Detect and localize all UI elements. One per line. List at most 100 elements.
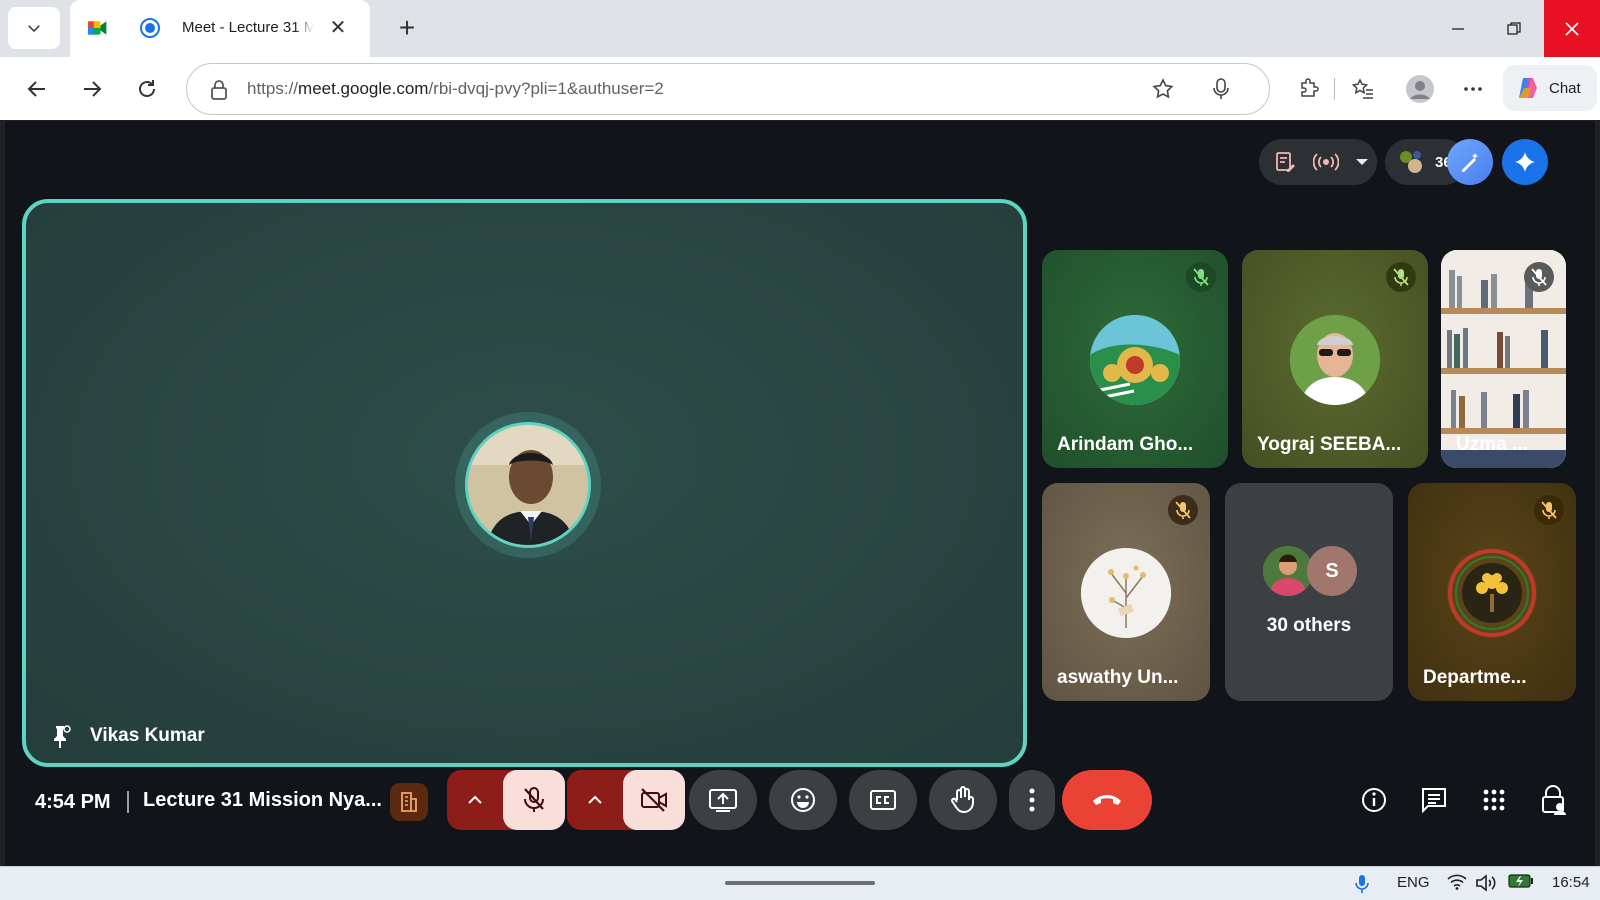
raise-hand-icon [951, 786, 974, 814]
arrow-right-icon [84, 81, 102, 97]
meeting-title: Lecture 31 Mission Nya... [143, 789, 382, 811]
captions-button[interactable] [849, 770, 917, 830]
closed-captions-icon [870, 790, 896, 810]
mic-off-icon [1386, 262, 1416, 292]
participant-name: Arindam Gho... [1057, 434, 1194, 455]
mic-options-button[interactable] [447, 770, 503, 830]
main-participant-tile[interactable]: Vikas Kumar [22, 199, 1027, 767]
os-taskbar: ENG 16:54 [0, 866, 1600, 900]
url-text[interactable]: https://meet.google.com/rbi-dvqj-pvy?pli… [247, 79, 664, 99]
others-tile[interactable]: S 30 others [1225, 483, 1393, 701]
leave-call-button[interactable] [1062, 770, 1152, 830]
microphone-icon[interactable] [1211, 77, 1231, 101]
magic-pen-icon [1462, 153, 1478, 172]
pin-icon[interactable] [50, 724, 72, 750]
url-host: meet.google.com [298, 79, 429, 98]
camera-options-button[interactable] [567, 770, 623, 830]
participant-tile[interactable]: Arindam Gho... [1042, 250, 1228, 468]
url-scheme: https:// [247, 79, 299, 98]
meeting-details-button[interactable] [1358, 784, 1390, 816]
reload-button[interactable] [131, 73, 163, 105]
star-icon[interactable] [1151, 77, 1175, 101]
host-controls-lock-button[interactable] [1538, 784, 1570, 816]
microphone-in-use-icon[interactable] [1355, 874, 1369, 894]
copilot-chat-button[interactable]: Chat [1503, 65, 1597, 111]
caret-down-icon[interactable] [1355, 157, 1369, 167]
more-options-button[interactable] [1009, 770, 1055, 830]
lock-icon[interactable] [209, 79, 229, 101]
new-tab-button[interactable]: + [392, 14, 422, 44]
browser-toolbar: https://meet.google.com/rbi-dvqj-pvy?pli… [0, 57, 1600, 120]
forward-button[interactable] [76, 73, 108, 105]
activities-button[interactable] [1478, 784, 1510, 816]
tab-close-icon[interactable]: ✕ [326, 16, 350, 40]
arrow-left-icon [27, 81, 45, 97]
favorites-button[interactable] [1348, 74, 1378, 104]
present-screen-button[interactable] [689, 770, 757, 830]
participant-tile[interactable]: Yograj SEEBA... [1242, 250, 1428, 468]
participant-tile[interactable]: aswathy Un... [1042, 483, 1210, 701]
browser-tab-meet[interactable]: Meet - Lecture 31 Mission Nyaya ✕ [70, 0, 370, 57]
reactions-button[interactable] [769, 770, 837, 830]
gemini-button[interactable] [1502, 139, 1548, 185]
camera-control-group [567, 770, 685, 830]
live-stream-icon[interactable] [1313, 151, 1339, 173]
notes-icon[interactable] [1273, 150, 1297, 174]
taskbar-clock[interactable]: 16:54 [1552, 874, 1590, 891]
tab-title: Meet - Lecture 31 Mission Nyaya [182, 19, 314, 36]
ai-notes-button[interactable] [1447, 139, 1493, 185]
battery-charging-icon[interactable] [1508, 874, 1534, 888]
camera-toggle-button[interactable] [623, 770, 685, 830]
close-window-button[interactable] [1544, 0, 1600, 57]
meeting-clock: 4:54 PM [35, 791, 111, 813]
participant-tile[interactable]: Uzma ... [1441, 250, 1566, 468]
present-to-all-icon [709, 789, 737, 812]
profile-button[interactable] [1402, 71, 1438, 107]
minimize-icon [1452, 27, 1464, 30]
input-language[interactable]: ENG [1397, 874, 1430, 891]
chevron-up-icon [588, 795, 602, 804]
building-icon [401, 792, 417, 812]
back-button[interactable] [21, 73, 53, 105]
participant-avatar [1290, 315, 1380, 405]
chat-label: Chat [1549, 79, 1581, 97]
mic-off-icon [1186, 262, 1216, 292]
raise-hand-button[interactable] [929, 770, 997, 830]
extensions-button[interactable] [1294, 74, 1324, 104]
chevron-up-icon [468, 795, 482, 804]
participant-tile[interactable]: Departme... [1408, 483, 1576, 701]
restore-icon [1507, 21, 1521, 35]
person-portrait-icon [1290, 315, 1380, 405]
participant-avatar [1090, 315, 1180, 405]
speaker-ring [455, 412, 601, 558]
mic-off-icon [524, 787, 544, 812]
host-controls-button[interactable] [390, 783, 428, 821]
settings-more-button[interactable] [1458, 74, 1488, 104]
puzzle-icon [1301, 78, 1319, 97]
volume-icon[interactable] [1475, 874, 1497, 892]
url-path: /rbi-dvqj-pvy?pli=1&authuser=2 [428, 79, 664, 98]
mic-off-icon [1534, 495, 1564, 525]
home-indicator[interactable] [725, 881, 875, 885]
apps-grid-icon [1483, 789, 1505, 811]
participant-initial-avatar: S [1307, 546, 1357, 596]
toolbar-divider [1334, 78, 1335, 100]
tab-list-button[interactable] [8, 7, 60, 49]
participant-avatar [1447, 548, 1537, 638]
copilot-icon [1519, 78, 1537, 98]
others-count-label: 30 others [1266, 615, 1352, 636]
host-controls-pill[interactable] [1259, 139, 1377, 185]
wifi-icon[interactable] [1447, 874, 1467, 890]
video-off-icon [641, 788, 667, 812]
minimize-button[interactable] [1430, 0, 1486, 57]
gemini-sparkle-icon [1515, 152, 1535, 172]
participant-name: Uzma ... [1456, 434, 1528, 455]
meet-call-area: 36 Vikas Kumar Arindam Gho... Yograj SEE… [5, 121, 1595, 866]
mic-toggle-button[interactable] [503, 770, 565, 830]
google-meet-icon [88, 21, 107, 35]
mic-off-icon [1168, 495, 1198, 525]
restore-button[interactable] [1486, 0, 1542, 57]
tab-strip: Meet - Lecture 31 Mission Nyaya ✕ + [0, 0, 1600, 57]
chat-button[interactable] [1418, 784, 1450, 816]
address-bar[interactable]: https://meet.google.com/rbi-dvqj-pvy?pli… [186, 63, 1270, 115]
